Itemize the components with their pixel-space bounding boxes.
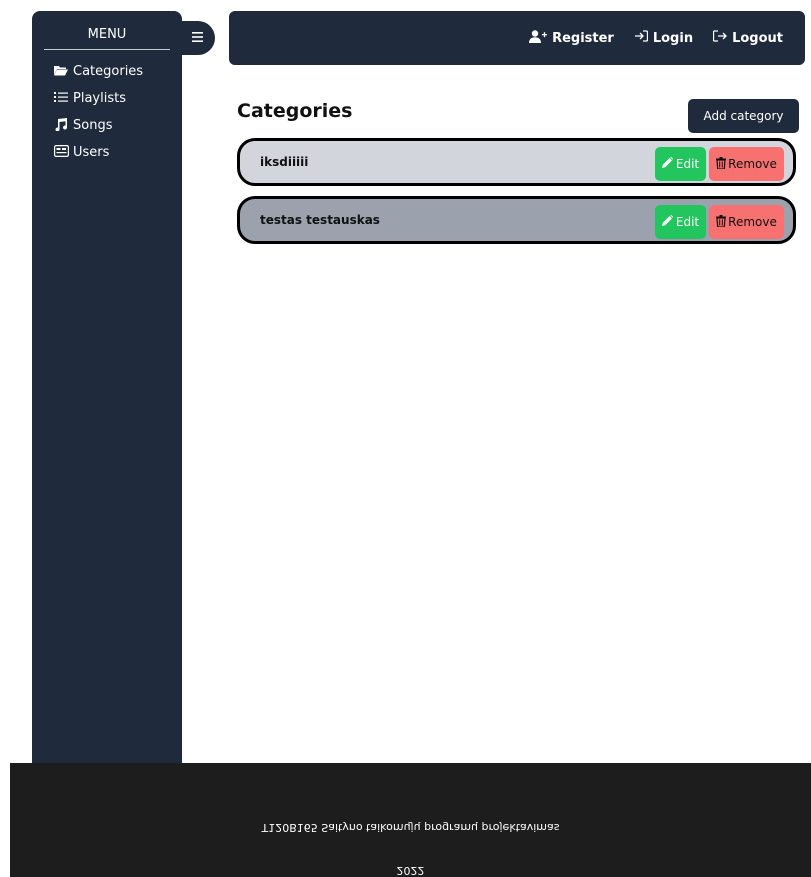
pencil-icon: [661, 157, 673, 171]
sign-in-icon: [634, 30, 648, 46]
remove-label: Remove: [728, 215, 777, 229]
sidebar-item-label: Playlists: [73, 91, 126, 106]
sidebar-item-label: Songs: [73, 118, 113, 133]
category-row: testas testauskas Edit Remove: [237, 196, 796, 244]
edit-button[interactable]: Edit: [655, 147, 706, 181]
sidebar-item-playlists[interactable]: Playlists: [54, 91, 182, 118]
register-label: Register: [552, 30, 614, 46]
sidebar: MENU Categories Playlists Songs Users: [32, 11, 182, 771]
sidebar-item-users[interactable]: Users: [54, 145, 182, 172]
remove-button[interactable]: Remove: [709, 147, 784, 181]
add-category-button[interactable]: Add category: [688, 99, 799, 133]
edit-button[interactable]: Edit: [655, 205, 706, 239]
trash-icon: [716, 214, 727, 230]
folder-open-icon: [54, 64, 70, 80]
category-row: iksdiiiii Edit Remove: [237, 138, 796, 186]
sign-out-icon: [712, 30, 727, 46]
hamburger-icon: [192, 30, 203, 46]
category-actions: Edit Remove: [655, 147, 784, 181]
sidebar-item-label: Categories: [73, 64, 144, 79]
pencil-icon: [661, 215, 673, 229]
category-name: iksdiiiii: [260, 155, 309, 169]
sidebar-item-songs[interactable]: Songs: [54, 118, 182, 145]
login-link[interactable]: Login: [634, 30, 693, 46]
top-navbar: Register Login Logout: [229, 11, 805, 65]
footer: T120B165 Saityno taikomųjų programų proj…: [10, 763, 811, 877]
register-link[interactable]: Register: [529, 29, 614, 47]
category-actions: Edit Remove: [655, 205, 784, 239]
list-icon: [54, 91, 70, 107]
sidebar-nav: Categories Playlists Songs Users: [32, 64, 182, 172]
sidebar-title: MENU: [44, 27, 170, 50]
sidebar-item-label: Users: [73, 145, 110, 160]
remove-label: Remove: [728, 157, 777, 171]
login-label: Login: [652, 30, 694, 46]
id-card-icon: [54, 145, 70, 161]
edit-label: Edit: [675, 157, 700, 171]
music-icon: [54, 118, 70, 135]
auth-links: Register Login Logout: [529, 11, 783, 65]
sidebar-item-categories[interactable]: Categories: [54, 64, 182, 91]
category-name: testas testauskas: [260, 213, 380, 227]
trash-icon: [716, 156, 727, 172]
sidebar-toggle-button[interactable]: [182, 21, 215, 55]
remove-button[interactable]: Remove: [709, 205, 784, 239]
edit-label: Edit: [675, 215, 700, 229]
footer-course-title: T120B165 Saityno taikomųjų programų proj…: [261, 821, 560, 834]
logout-link[interactable]: Logout: [712, 30, 783, 46]
logout-label: Logout: [732, 30, 783, 46]
footer-year: 2022: [396, 864, 425, 877]
user-plus-icon: [529, 29, 548, 47]
page-title: Categories: [237, 100, 353, 122]
